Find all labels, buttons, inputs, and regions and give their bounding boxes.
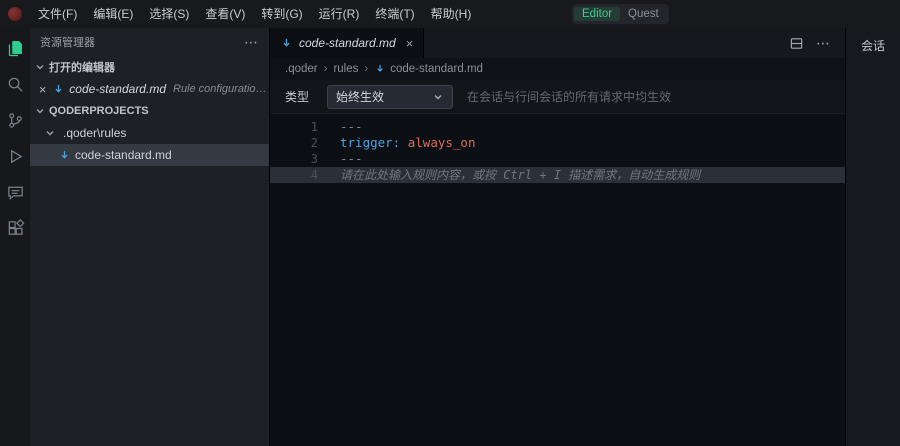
rule-type-label: 类型 [285, 88, 309, 105]
rule-type-selected-value: 始终生效 [336, 88, 432, 105]
chevron-down-icon [44, 127, 56, 139]
rule-type-hint: 在会话与行间会话的所有请求中均生效 [467, 88, 671, 105]
extensions-icon [6, 219, 25, 238]
code-token-key: trigger: [340, 135, 400, 150]
markdown-file-icon [52, 83, 65, 96]
run-debug-icon [6, 147, 25, 166]
breadcrumb-separator: › [364, 63, 368, 75]
breadcrumb-separator: › [324, 63, 328, 75]
line-number: 1 [270, 119, 318, 135]
menu-edit[interactable]: 编辑(E) [85, 0, 141, 28]
breadcrumb-item-rules[interactable]: rules [333, 63, 358, 75]
close-editor-icon[interactable]: × [37, 82, 48, 97]
split-editor-icon[interactable] [789, 36, 804, 51]
code-line-1: 1 --- [270, 119, 845, 135]
activitybar-chat-button[interactable] [1, 180, 29, 204]
code-line-2: 2 trigger: always_on [270, 135, 845, 151]
mode-tab-editor[interactable]: Editor [574, 7, 620, 21]
menu-help[interactable]: 帮助(H) [423, 0, 480, 28]
workspace-section-header[interactable]: QODERPROJECTS [30, 100, 269, 122]
line-number: 3 [270, 151, 318, 167]
menu-go[interactable]: 转到(G) [253, 0, 310, 28]
tab-label: code-standard.md [299, 36, 396, 50]
tab-code-standard[interactable]: code-standard.md × [270, 28, 424, 58]
code-token-value: always_on [400, 135, 475, 150]
chevron-down-icon [34, 61, 46, 73]
menu-selection[interactable]: 选择(S) [141, 0, 197, 28]
source-control-icon [6, 111, 25, 130]
breadcrumb-item-qoder[interactable]: .qoder [285, 63, 318, 75]
app-logo-icon[interactable] [8, 7, 22, 21]
chevron-down-icon [34, 105, 46, 117]
chat-panel-title[interactable]: 会话 [861, 37, 885, 54]
file-label: code-standard.md [75, 148, 172, 162]
mode-switch: Editor Quest [572, 4, 669, 24]
tree-file-code-standard[interactable]: code-standard.md [30, 144, 269, 166]
activitybar-run-debug-button[interactable] [1, 144, 29, 168]
editor-actions: ⋯ [789, 28, 845, 58]
code-editor-surface[interactable]: 1 --- 2 trigger: always_on 3 --- 4 请在此处输… [270, 114, 845, 446]
open-editors-label: 打开的编辑器 [49, 59, 115, 75]
markdown-file-icon [374, 63, 386, 75]
open-editors-section-header[interactable]: 打开的编辑器 [30, 56, 269, 78]
sidebar-title: 资源管理器 [40, 34, 244, 50]
editor-tab-bar: code-standard.md × ⋯ [270, 28, 845, 58]
menu-file[interactable]: 文件(F) [30, 0, 85, 28]
code-token: --- [340, 151, 363, 166]
code-line-4-current: 4 请在此处输入规则内容，或按 Ctrl + I 描述需求，自动生成规则 [270, 167, 845, 183]
titlebar: 文件(F) 编辑(E) 选择(S) 查看(V) 转到(G) 运行(R) 终端(T… [0, 0, 900, 28]
more-actions-icon[interactable]: ⋯ [816, 35, 831, 52]
line-number: 2 [270, 135, 318, 151]
open-editor-description: Rule configuration editor [173, 83, 269, 95]
editor-group: code-standard.md × ⋯ .qoder › rules › co… [270, 28, 845, 446]
explorer-files-icon [5, 38, 25, 58]
mode-tab-quest[interactable]: Quest [620, 7, 667, 21]
chat-icon [6, 183, 25, 202]
menu-terminal[interactable]: 终端(T) [367, 0, 422, 28]
open-editor-item[interactable]: × code-standard.md Rule configuration ed… [30, 78, 269, 100]
workspace-name-label: QODERPROJECTS [49, 105, 149, 117]
menu-run[interactable]: 运行(R) [311, 0, 368, 28]
breadcrumb: .qoder › rules › code-standard.md [270, 58, 845, 80]
editor-placeholder-text: 请在此处输入规则内容，或按 Ctrl + I 描述需求，自动生成规则 [340, 168, 700, 182]
menu-bar: 文件(F) 编辑(E) 选择(S) 查看(V) 转到(G) 运行(R) 终端(T… [30, 0, 479, 28]
sidebar-more-actions-icon[interactable]: ⋯ [244, 34, 259, 51]
markdown-file-icon [58, 149, 71, 162]
folder-label: .qoder\rules [63, 126, 126, 140]
tab-close-icon[interactable]: × [406, 36, 414, 51]
chat-side-panel: 会话 [845, 28, 900, 446]
activitybar-explorer-button[interactable] [1, 36, 29, 60]
sidebar-header: 资源管理器 ⋯ [30, 28, 269, 56]
activitybar-search-button[interactable] [1, 72, 29, 96]
breadcrumb-item-file[interactable]: code-standard.md [390, 63, 483, 75]
search-icon [6, 75, 25, 94]
markdown-file-icon [280, 37, 293, 50]
open-editor-filename: code-standard.md [69, 82, 166, 96]
tree-folder-qoder-rules[interactable]: .qoder\rules [30, 122, 269, 144]
explorer-sidebar: 资源管理器 ⋯ 打开的编辑器 × code-standard.md Rule c… [30, 28, 270, 446]
chevron-down-icon [432, 91, 444, 103]
code-token: --- [340, 119, 363, 134]
menu-view[interactable]: 查看(V) [197, 0, 253, 28]
activity-bar [0, 28, 30, 446]
rule-type-dropdown[interactable]: 始终生效 [327, 85, 453, 109]
activitybar-extensions-button[interactable] [1, 216, 29, 240]
app-window: 文件(F) 编辑(E) 选择(S) 查看(V) 转到(G) 运行(R) 终端(T… [0, 0, 900, 446]
code-line-3: 3 --- [270, 151, 845, 167]
rule-config-form: 类型 始终生效 在会话与行间会话的所有请求中均生效 [270, 80, 845, 114]
activitybar-source-control-button[interactable] [1, 108, 29, 132]
line-number: 4 [270, 167, 318, 183]
